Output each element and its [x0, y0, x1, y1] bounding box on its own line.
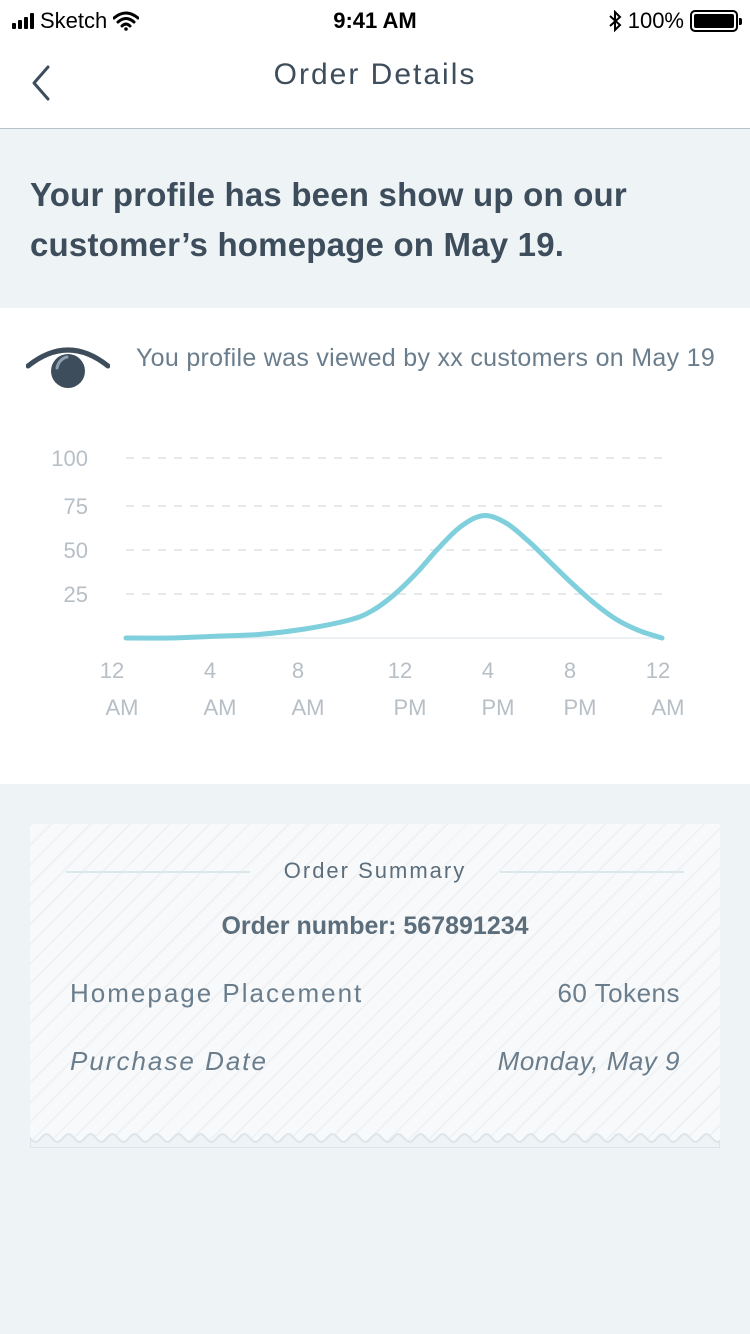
battery-percent: 100% — [627, 8, 684, 33]
grid-lines — [126, 457, 662, 639]
series-line — [123, 513, 665, 641]
x-axis-ticks: 12 AM 4 AM 8 AM 12 PM 4 PM 8 PM 12 AM — [100, 658, 685, 720]
notice-banner: Your profile has been show up on our cus… — [0, 130, 750, 308]
eye-icon — [26, 347, 110, 388]
y-tick-label: 50 — [64, 538, 88, 563]
x-tick-label: 8 — [564, 658, 576, 683]
status-bar: Sketch 9:41 AM 100% — [0, 0, 750, 40]
order-summary-card: Order Summary Order number: 567891234 Ho… — [30, 824, 720, 1148]
x-tick-period: PM — [564, 695, 597, 720]
nav-bar: Order Details — [0, 40, 750, 129]
x-tick-label: 4 — [204, 658, 216, 683]
x-tick-period: AM — [204, 695, 237, 720]
purchase-date-label: Purchase Date — [70, 1046, 268, 1076]
placement-value: 60 Tokens — [557, 978, 680, 1008]
status-right: 100% — [608, 8, 742, 34]
x-tick-label: 4 — [482, 658, 494, 683]
x-tick-period: AM — [292, 695, 325, 720]
purchase-date-value: Monday, May 9 — [497, 1046, 680, 1076]
x-tick-period: AM — [652, 695, 685, 720]
views-chart: 100 75 50 25 12 AM 4 AM 8 AM 12 PM 4 PM 8 PM 12 AM — [51, 446, 685, 720]
x-tick-label: 8 — [292, 658, 304, 683]
views-text: You profile was viewed by xx customers o… — [136, 344, 716, 372]
x-tick-period: PM — [394, 695, 427, 720]
notice-text: Your profile has been show up on our cus… — [30, 176, 627, 263]
page-title: Order Details — [273, 58, 477, 91]
views-card: You profile was viewed by xx customers o… — [0, 308, 750, 784]
y-tick-label: 100 — [51, 446, 88, 471]
x-tick-period: AM — [106, 695, 139, 720]
receipt-wave-edge — [30, 1133, 720, 1148]
y-axis-ticks: 100 75 50 25 — [51, 446, 88, 607]
bluetooth-icon — [609, 10, 622, 32]
y-tick-label: 75 — [64, 494, 88, 519]
placement-label: Homepage Placement — [70, 978, 364, 1008]
x-tick-label: 12 — [388, 658, 412, 683]
summary-title: Order Summary — [283, 858, 467, 883]
battery-icon — [690, 10, 742, 32]
x-tick-label: 12 — [100, 658, 124, 683]
y-tick-label: 25 — [64, 582, 88, 607]
x-tick-label: 12 — [646, 658, 670, 683]
x-tick-period: PM — [482, 695, 515, 720]
battery-level — [694, 14, 734, 28]
order-number: Order number: 567891234 — [221, 912, 529, 940]
